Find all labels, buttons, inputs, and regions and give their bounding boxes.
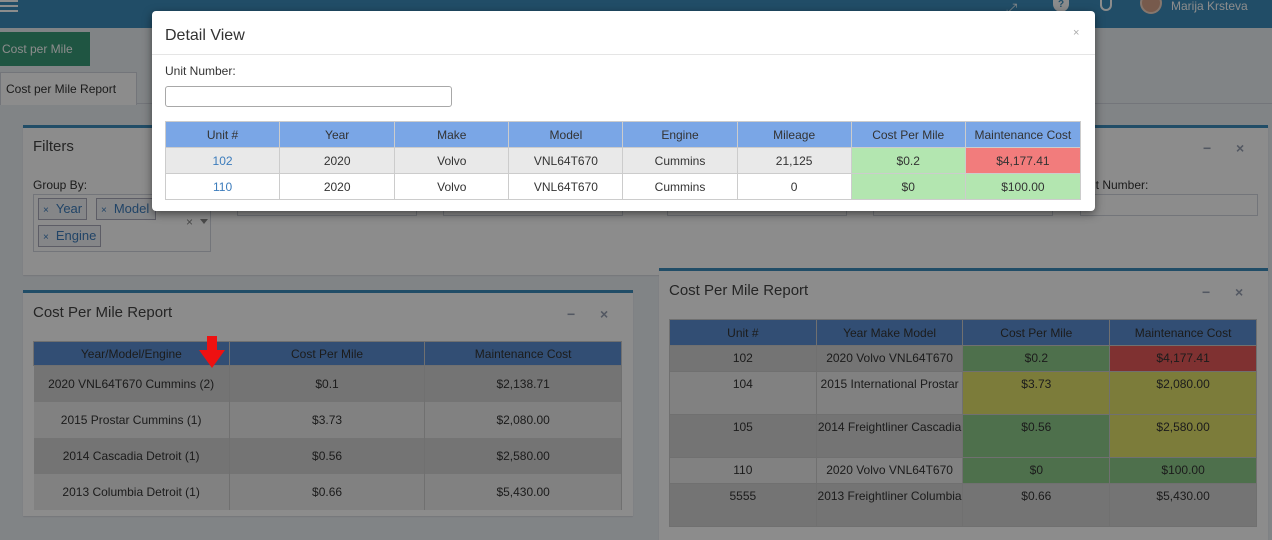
table-cell[interactable]: 110	[164, 173, 281, 200]
unit-number-input[interactable]	[165, 86, 452, 107]
table-cell[interactable]: 102	[164, 147, 281, 174]
unit-link[interactable]: 102	[213, 154, 233, 168]
column-header[interactable]: Mileage	[736, 121, 852, 148]
table-cell: $100.00	[964, 173, 1082, 200]
table-row[interactable]: 110 2020 Volvo VNL64T670 Cummins 0 $0 $1…	[164, 173, 1082, 200]
detail-table: Unit # Year Make Model Engine Mileage Co…	[164, 121, 1082, 200]
column-header[interactable]: Model	[508, 121, 624, 148]
table-cell: VNL64T670	[508, 147, 624, 174]
table-cell: Cummins	[622, 173, 738, 200]
column-header[interactable]: Make	[394, 121, 510, 148]
table-cell: Volvo	[394, 147, 510, 174]
table-cell: 0	[736, 173, 852, 200]
column-header[interactable]: Maintenance Cost	[964, 121, 1082, 148]
table-cell: 2020	[279, 147, 396, 174]
table-cell: VNL64T670	[508, 173, 624, 200]
table-cell: $0	[850, 173, 966, 200]
column-header[interactable]: Cost Per Mile	[850, 121, 966, 148]
unit-number-label: Unit Number:	[165, 64, 236, 78]
table-cell: $4,177.41	[964, 147, 1082, 174]
table-cell: Cummins	[622, 147, 738, 174]
table-cell: 21,125	[736, 147, 852, 174]
table-cell: $0.2	[850, 147, 966, 174]
red-arrow-down-icon	[199, 336, 225, 368]
table-cell: 2020	[279, 173, 396, 200]
column-header[interactable]: Year	[279, 121, 396, 148]
modal-title: Detail View	[165, 27, 245, 44]
column-header[interactable]: Unit #	[164, 121, 281, 148]
detail-view-modal: Detail View × Unit Number: Unit # Year M…	[152, 11, 1095, 211]
column-header[interactable]: Engine	[622, 121, 738, 148]
table-cell: Volvo	[394, 173, 510, 200]
table-row[interactable]: 102 2020 Volvo VNL64T670 Cummins 21,125 …	[164, 147, 1082, 174]
close-icon[interactable]: ×	[1073, 27, 1079, 39]
modal-header: Detail View ×	[152, 11, 1095, 55]
unit-link[interactable]: 110	[213, 180, 232, 194]
